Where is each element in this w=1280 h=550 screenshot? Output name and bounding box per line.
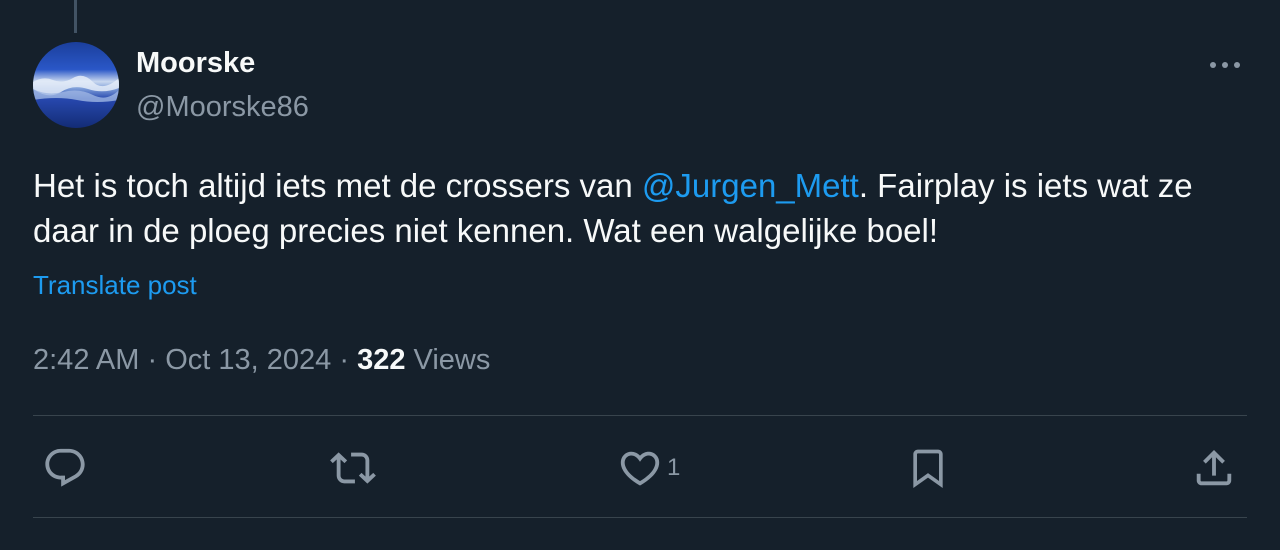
author-display-name[interactable]: Moorske <box>136 46 255 80</box>
meta-separator: · <box>147 344 158 376</box>
divider <box>33 517 1247 518</box>
author-handle[interactable]: @Moorske86 <box>136 90 309 124</box>
reply-icon <box>45 448 85 487</box>
post-meta: 2:42 AM · Oct 13, 2024 · 322 Views <box>33 341 490 379</box>
like-icon <box>620 451 660 486</box>
avatar-image-icon <box>33 75 119 102</box>
meta-separator: · <box>339 344 349 376</box>
bookmark-button[interactable] <box>906 445 950 491</box>
post-text-part-1: Het is toch altijd iets met de crossers … <box>33 167 642 204</box>
more-horizontal-icon <box>1210 62 1240 68</box>
avatar[interactable] <box>33 42 119 128</box>
like-count: 1 <box>667 454 681 481</box>
repost-button[interactable] <box>328 445 378 491</box>
like-button[interactable]: 1 <box>617 445 680 491</box>
post-text: Het is toch altijd iets met de crossers … <box>33 163 1248 253</box>
more-options-button[interactable] <box>1203 48 1247 82</box>
repost-icon <box>330 452 376 484</box>
share-icon <box>1196 449 1232 486</box>
post-detail: Moorske @Moorske86 Het is toch altijd ie… <box>0 0 1280 550</box>
post-date[interactable]: Oct 13, 2024 <box>165 344 331 376</box>
views-count: 322 <box>357 344 406 376</box>
reply-button[interactable] <box>42 445 88 491</box>
translate-post-link[interactable]: Translate post <box>33 268 197 302</box>
post-time[interactable]: 2:42 AM <box>33 344 139 376</box>
divider <box>33 415 1247 416</box>
mention-link[interactable]: @Jurgen_Mett <box>642 167 859 204</box>
bookmark-icon <box>913 449 943 489</box>
thread-connector-line <box>74 0 77 33</box>
share-button[interactable] <box>1191 445 1237 491</box>
views-label: Views <box>413 344 491 376</box>
